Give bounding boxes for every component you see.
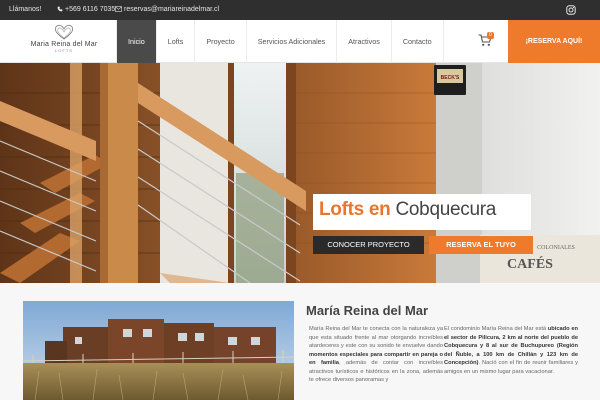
call-label: Llámanos! xyxy=(9,6,42,13)
about-text-column-2: El condominio María Reina del Mar está u… xyxy=(444,325,578,376)
brand-logo[interactable]: Maria Reina del Mar LOFTS xyxy=(24,24,104,60)
nav-item-inicio[interactable]: Inicio xyxy=(116,20,157,63)
phone-icon xyxy=(57,6,63,12)
phone-link[interactable]: +569 6116 7035 xyxy=(57,6,115,13)
reserva-el-tuyo-button[interactable]: RESERVA EL TUYO xyxy=(429,236,533,254)
hero-headline-light: Cobquecura xyxy=(395,199,497,220)
section-title: María Reina del Mar xyxy=(306,303,429,318)
phone-number: +569 6116 7035 xyxy=(65,6,116,13)
lofts-photo xyxy=(23,301,294,400)
lofts-photo-image xyxy=(23,301,294,400)
cafe-sign-main: CAFÉS xyxy=(507,255,553,272)
heart-logo-icon xyxy=(54,24,74,40)
email-link[interactable]: reservas@mariareinadelmar.cl xyxy=(115,6,219,13)
nav-item-atractivos[interactable]: Atractivos xyxy=(337,20,392,63)
brand-tagline: LOFTS xyxy=(55,48,73,53)
hero-headline-bold: Lofts en xyxy=(319,199,391,220)
about-col2-text-a: El condominio María Reina del Mar está xyxy=(444,326,548,332)
nav-item-contacto[interactable]: Contacto xyxy=(392,20,444,63)
about-col1-text-a: María Reina del Mar te conecta con la na… xyxy=(309,326,443,349)
nav-item-lofts[interactable]: Lofts xyxy=(157,20,196,63)
mail-icon xyxy=(115,6,122,12)
nav-item-servicios[interactable]: Servicios Adicionales xyxy=(247,20,338,63)
instagram-icon[interactable] xyxy=(566,5,576,15)
main-header: Maria Reina del Mar LOFTS Inicio Lofts P… xyxy=(0,20,600,63)
brand-name: Maria Reina del Mar xyxy=(30,41,98,48)
cafe-sign-top: COLONIALES xyxy=(537,245,575,251)
top-bar: Llámanos! +569 6116 7035 reservas@mariar… xyxy=(0,0,600,20)
wall-sign-text: BECK'S xyxy=(441,75,460,81)
nav-item-proyecto[interactable]: Proyecto xyxy=(195,20,247,63)
main-nav: Inicio Lofts Proyecto Servicios Adiciona… xyxy=(116,20,444,63)
email-address: reservas@mariareinadelmar.cl xyxy=(124,6,220,13)
cart-button[interactable]: 0 xyxy=(478,32,498,50)
conocer-proyecto-button[interactable]: CONOCER PROYECTO xyxy=(313,236,424,254)
about-section: María Reina del Mar María Reina del Mar … xyxy=(0,283,600,400)
reserve-now-button[interactable]: ¡RESERVA AQUÍ! xyxy=(508,20,600,63)
about-text-column-1: María Reina del Mar te conecta con la na… xyxy=(309,325,443,385)
cart-count-badge: 0 xyxy=(487,32,494,39)
hero-headline: Lofts en Cobquecura xyxy=(313,194,531,230)
